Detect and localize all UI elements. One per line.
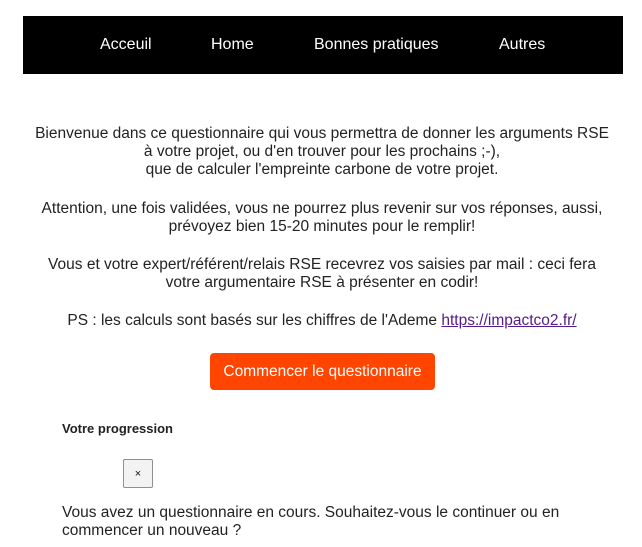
nav-item-accueil[interactable]: Acceuil: [100, 16, 152, 74]
ps-line: PS : les calculs sont basés sur les chif…: [20, 312, 624, 330]
warning-line-2: prévoyez bien 15-20 minutes pour le remp…: [168, 218, 476, 235]
nav-item-bonnes-pratiques[interactable]: Bonnes pratiques: [314, 16, 439, 74]
email-info-line-2: votre argumentaire RSE à présenter en co…: [165, 274, 479, 291]
start-questionnaire-button[interactable]: Commencer le questionnaire: [210, 353, 435, 390]
close-button[interactable]: ×: [123, 459, 153, 488]
ps-text: PS : les calculs sont basés sur les chif…: [67, 312, 442, 329]
resume-prompt: Vous avez un questionnaire en cours. Sou…: [62, 504, 602, 540]
progress-title: Votre progression: [62, 421, 174, 436]
welcome-paragraph: Bienvenue dans ce questionnaire qui vous…: [20, 125, 624, 179]
nav-item-autres[interactable]: Autres: [499, 16, 545, 74]
welcome-line-3: que de calculer l'empreinte carbone de v…: [145, 161, 499, 178]
top-navbar: Acceuil Home Bonnes pratiques Autres: [23, 16, 623, 74]
welcome-line-1: Bienvenue dans ce questionnaire qui vous…: [35, 125, 609, 142]
warning-paragraph: Attention, une fois validées, vous ne po…: [20, 200, 624, 236]
welcome-line-2: à votre projet, ou d'en trouver pour les…: [143, 143, 501, 160]
impactco2-link[interactable]: https://impactco2.fr/: [441, 312, 576, 329]
warning-line-1: Attention, une fois validées, vous ne po…: [41, 200, 603, 217]
page: Acceuil Home Bonnes pratiques Autres Bie…: [0, 0, 642, 547]
close-icon: ×: [134, 467, 142, 480]
ps-paragraph: PS : les calculs sont basés sur les chif…: [20, 312, 624, 330]
nav-item-home[interactable]: Home: [211, 16, 254, 74]
resume-line-2: commencer un nouveau ?: [62, 522, 242, 539]
email-info-paragraph: Vous et votre expert/référent/relais RSE…: [20, 256, 624, 292]
email-info-line-1: Vous et votre expert/référent/relais RSE…: [48, 256, 596, 273]
resume-line-1: Vous avez un questionnaire en cours. Sou…: [62, 504, 560, 521]
